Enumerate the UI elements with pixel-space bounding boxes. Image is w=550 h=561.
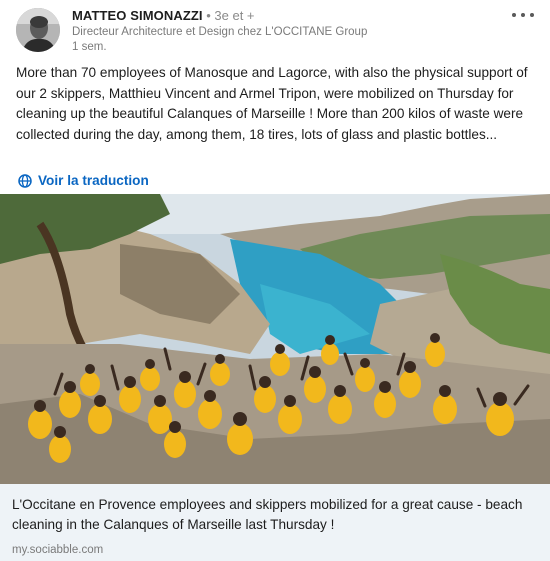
post-header: MATTEO SIMONAZZI • 3e et + Directeur Arc… <box>16 6 534 56</box>
post-timestamp: 1 sem. <box>72 41 107 53</box>
author-info: MATTEO SIMONAZZI • 3e et + Directeur Arc… <box>72 8 367 55</box>
connection-degree: • 3e et + <box>202 8 255 23</box>
see-translation-link[interactable]: Voir la traduction <box>18 173 149 188</box>
author-avatar[interactable] <box>16 8 60 52</box>
post-body-text: More than 70 employees of Manosque and L… <box>16 65 528 142</box>
calanques-group-photo <box>0 194 550 484</box>
globe-icon <box>18 173 32 188</box>
see-translation-label: Voir la traduction <box>38 173 149 188</box>
link-preview[interactable]: L'Occitane en Provence employees and ski… <box>0 484 550 561</box>
author-line: MATTEO SIMONAZZI • 3e et + <box>72 8 367 24</box>
post-image[interactable] <box>0 194 550 484</box>
link-preview-title[interactable]: L'Occitane en Provence employees and ski… <box>12 495 538 535</box>
more-horizontal-icon[interactable] <box>512 10 534 20</box>
link-preview-source: my.sociabble.com <box>12 544 104 556</box>
author-headline: Directeur Architecture et Design chez L'… <box>72 26 368 38</box>
author-name[interactable]: MATTEO SIMONAZZI <box>72 8 203 23</box>
